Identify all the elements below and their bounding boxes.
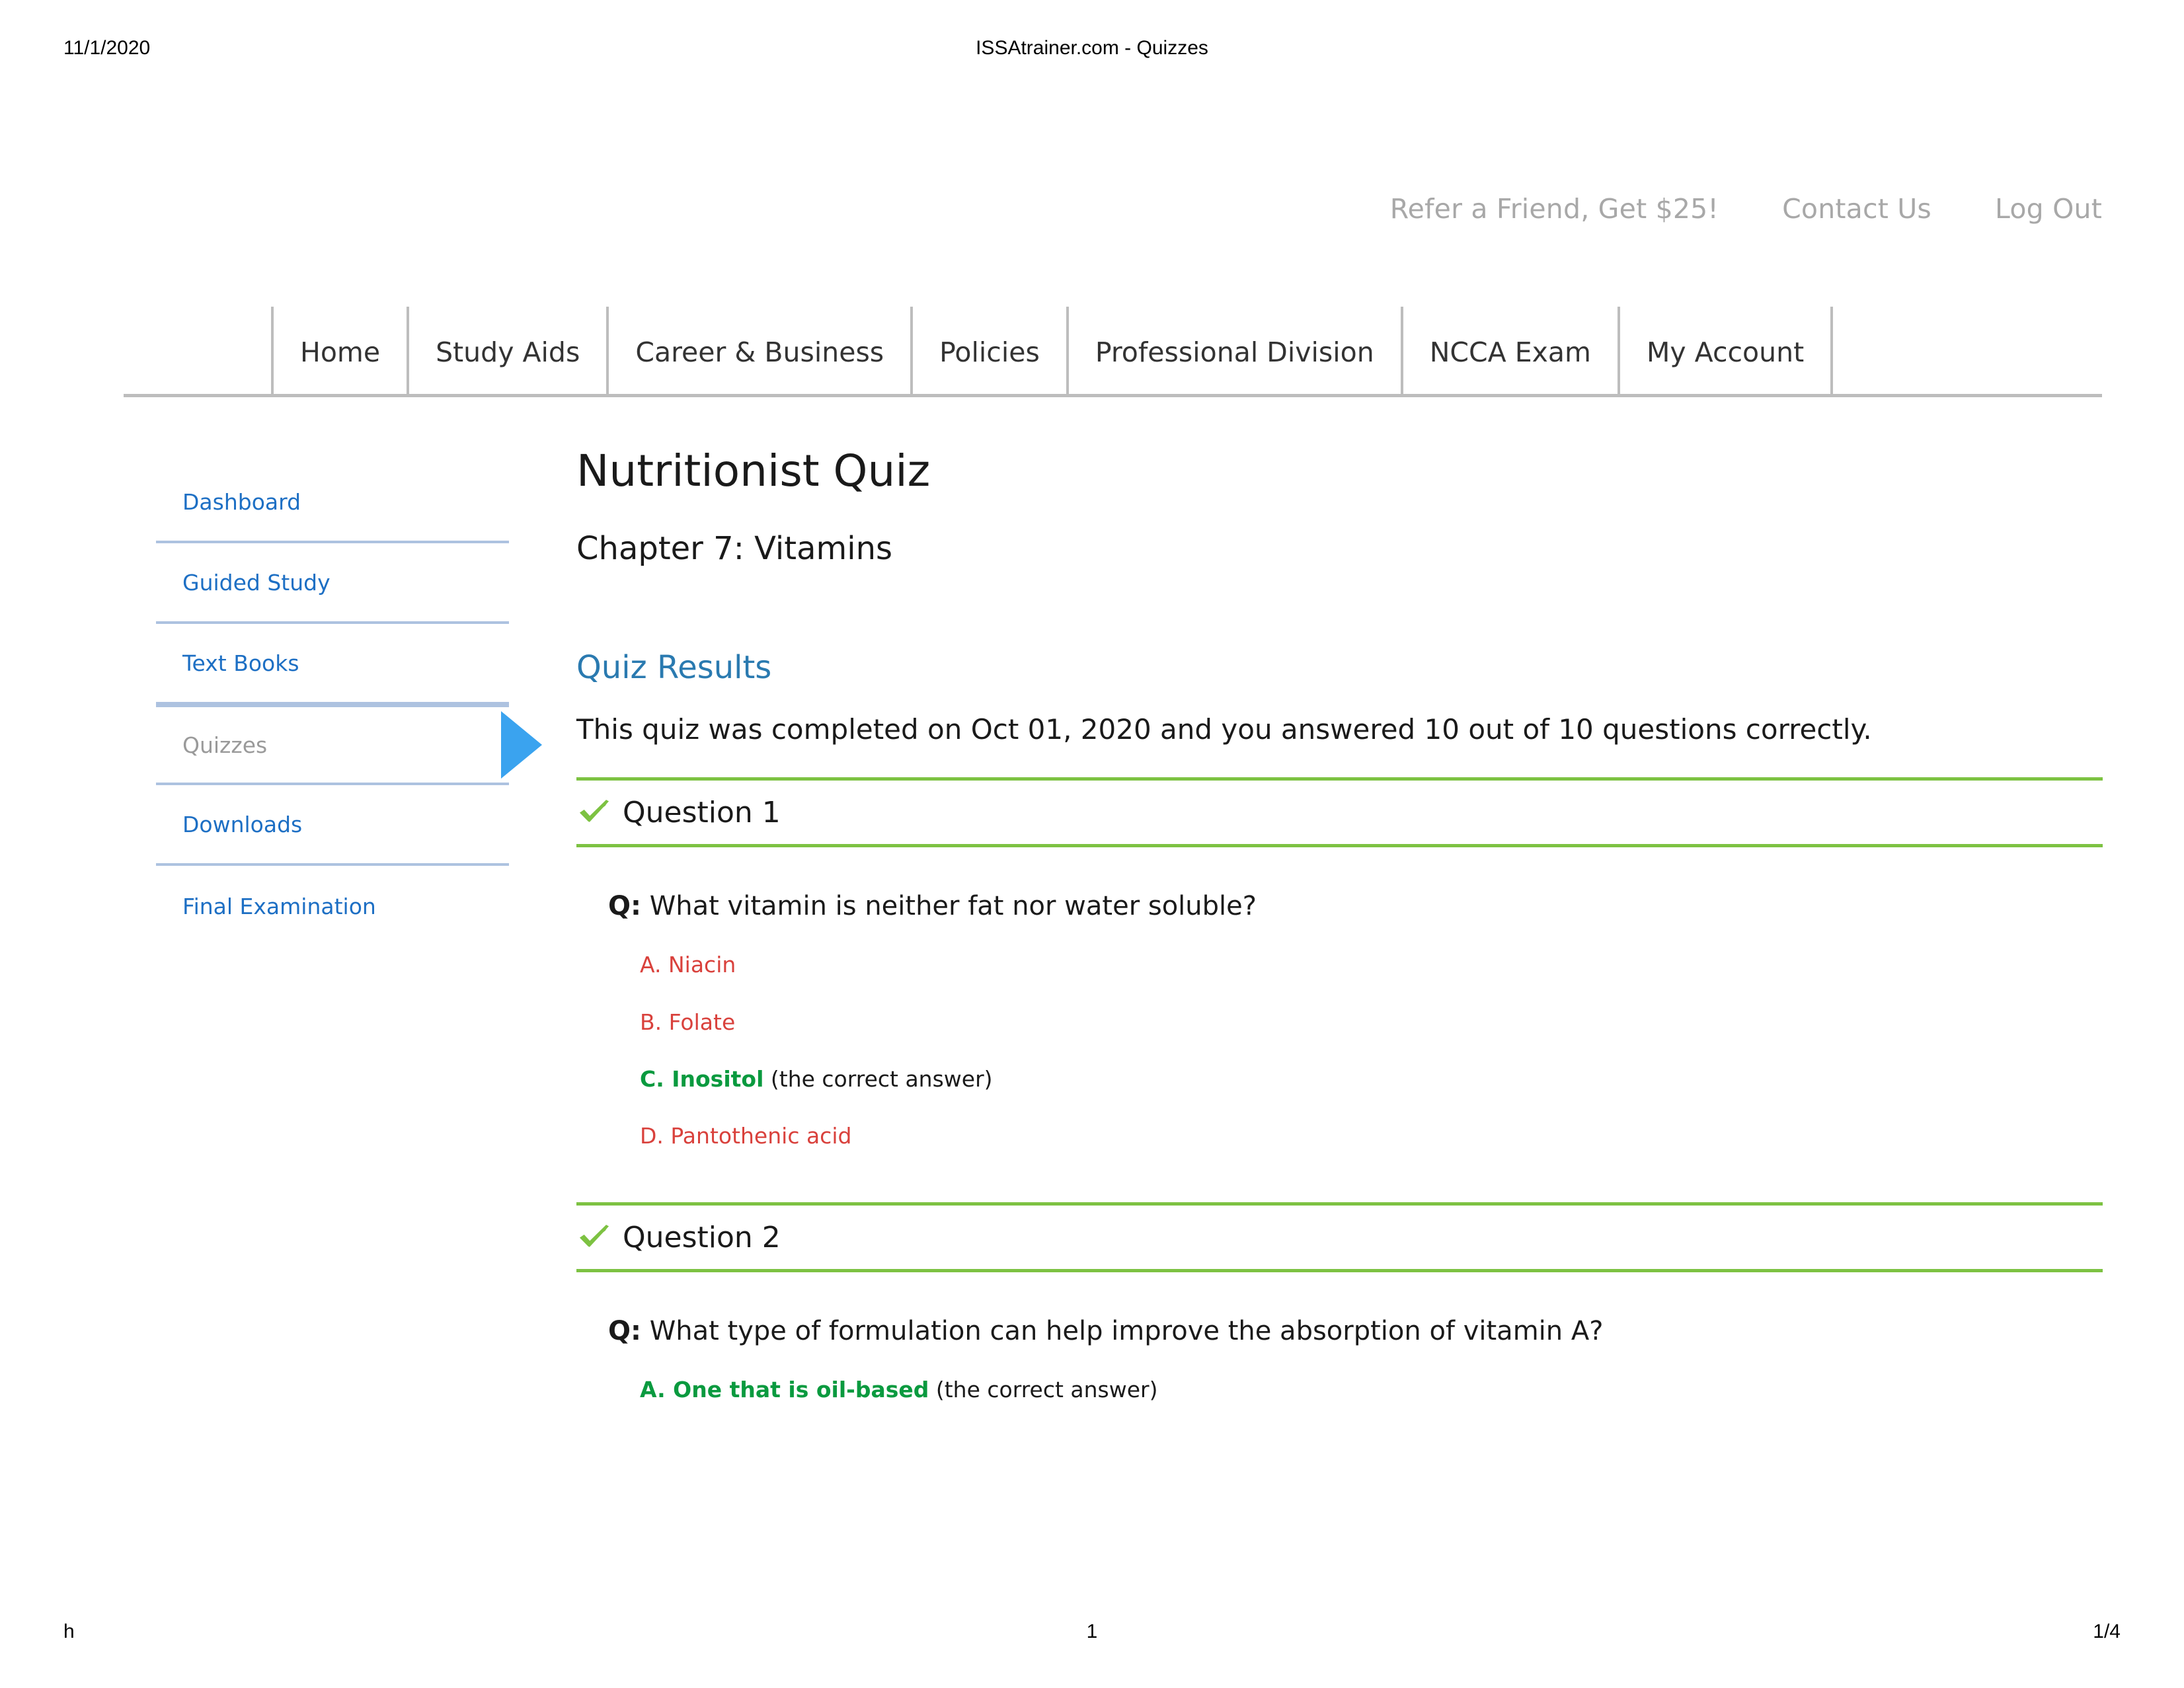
sidebar-item-label: Quizzes bbox=[182, 732, 268, 758]
nav-item-my-account[interactable]: My Account bbox=[1617, 307, 1834, 397]
answer-list: A. Niacin B. Folate C. Inositol (the cor… bbox=[608, 953, 2103, 1148]
sidebar-item-label: Final Examination bbox=[182, 893, 376, 919]
nav-item-home[interactable]: Home bbox=[271, 307, 407, 397]
answer-option-correct: C. Inositol (the correct answer) bbox=[640, 1067, 2103, 1091]
nav-item-professional-division[interactable]: Professional Division bbox=[1066, 307, 1401, 397]
sidebar-item-text-books[interactable]: Text Books bbox=[156, 624, 509, 705]
nav-item-list: Home Study Aids Career & Business Polici… bbox=[271, 307, 1834, 397]
sidebar-item-final-examination[interactable]: Final Examination bbox=[156, 866, 509, 946]
refer-a-friend-link[interactable]: Refer a Friend, Get $25! bbox=[1390, 193, 1719, 225]
triangle-right-icon bbox=[501, 711, 542, 779]
question-text: What vitamin is neither fat nor water so… bbox=[649, 891, 1257, 922]
answer-text: A. Niacin bbox=[640, 952, 736, 978]
answer-list: A. One that is oil-based (the correct an… bbox=[608, 1378, 2103, 1402]
footer-page-count: 1/4 bbox=[2093, 1621, 2121, 1642]
sidebar-item-label: Text Books bbox=[182, 650, 299, 676]
answer-option: B. Folate bbox=[640, 1009, 2103, 1035]
main-content: Nutritionist Quiz Chapter 7: Vitamins Qu… bbox=[576, 449, 2103, 1402]
sidebar-item-guided-study[interactable]: Guided Study bbox=[156, 543, 509, 624]
question-body: Q: What type of formulation can help imp… bbox=[576, 1316, 2103, 1402]
sidebar: Dashboard Guided Study Text Books Quizze… bbox=[156, 463, 542, 946]
question-block: Question 2 Q: What type of formulation c… bbox=[576, 1202, 2103, 1402]
question-title: Question 1 bbox=[623, 795, 781, 829]
sidebar-item-label: Guided Study bbox=[182, 569, 331, 595]
question-block: Question 1 Q: What vitamin is neither fa… bbox=[576, 777, 2103, 1148]
check-icon bbox=[579, 800, 609, 823]
print-footer: h 1 1/4 bbox=[0, 1621, 2184, 1647]
log-out-link[interactable]: Log Out bbox=[1995, 193, 2102, 225]
question-label: Q: bbox=[608, 891, 641, 922]
answer-note: (the correct answer) bbox=[929, 1377, 1158, 1403]
question-body: Q: What vitamin is neither fat nor water… bbox=[576, 891, 2103, 1148]
sidebar-item-label: Dashboard bbox=[182, 488, 301, 515]
sidebar-item-quizzes[interactable]: Quizzes bbox=[156, 705, 542, 785]
answer-option: D. Pantothenic acid bbox=[640, 1124, 2103, 1148]
check-icon bbox=[579, 1225, 609, 1248]
sidebar-item-label: Downloads bbox=[182, 811, 303, 837]
sidebar-item-dashboard[interactable]: Dashboard bbox=[156, 463, 509, 543]
answer-option-correct: A. One that is oil-based (the correct an… bbox=[640, 1378, 2103, 1402]
question-title: Question 2 bbox=[623, 1220, 781, 1254]
quiz-results-heading: Quiz Results bbox=[576, 649, 772, 686]
question-prompt: Q: What type of formulation can help imp… bbox=[608, 1316, 2103, 1346]
answer-text: A. One that is oil-based bbox=[640, 1377, 929, 1403]
answer-text: B. Folate bbox=[640, 1009, 736, 1035]
nav-item-career-business[interactable]: Career & Business bbox=[606, 307, 910, 397]
answer-note: (the correct answer) bbox=[763, 1065, 993, 1092]
question-header: Question 1 bbox=[576, 777, 2103, 848]
nav-item-policies[interactable]: Policies bbox=[910, 307, 1066, 397]
utility-links: Refer a Friend, Get $25! Contact Us Log … bbox=[1390, 193, 2102, 225]
answer-text: C. Inositol bbox=[640, 1065, 764, 1092]
question-text: What type of formulation can help improv… bbox=[649, 1316, 1604, 1347]
print-header: 11/1/2020 ISSAtrainer.com - Quizzes bbox=[0, 37, 2184, 66]
contact-us-link[interactable]: Contact Us bbox=[1782, 193, 1931, 225]
answer-text: D. Pantothenic acid bbox=[640, 1123, 852, 1149]
nav-item-ncca-exam[interactable]: NCCA Exam bbox=[1400, 307, 1618, 397]
footer-page-number: 1 bbox=[1086, 1621, 1098, 1642]
question-header: Question 2 bbox=[576, 1202, 2103, 1273]
answer-option: A. Niacin bbox=[640, 953, 2103, 977]
main-navigation: Home Study Aids Career & Business Polici… bbox=[124, 307, 2102, 397]
page-title: Nutritionist Quiz bbox=[576, 445, 931, 496]
question-label: Q: bbox=[608, 1316, 641, 1347]
nav-item-study-aids[interactable]: Study Aids bbox=[407, 307, 606, 397]
question-prompt: Q: What vitamin is neither fat nor water… bbox=[608, 891, 2103, 921]
page-subtitle: Chapter 7: Vitamins bbox=[576, 530, 893, 567]
quiz-results-summary: This quiz was completed on Oct 01, 2020 … bbox=[576, 713, 1872, 746]
sidebar-item-downloads[interactable]: Downloads bbox=[156, 785, 509, 866]
print-page-title: ISSAtrainer.com - Quizzes bbox=[976, 37, 1208, 59]
